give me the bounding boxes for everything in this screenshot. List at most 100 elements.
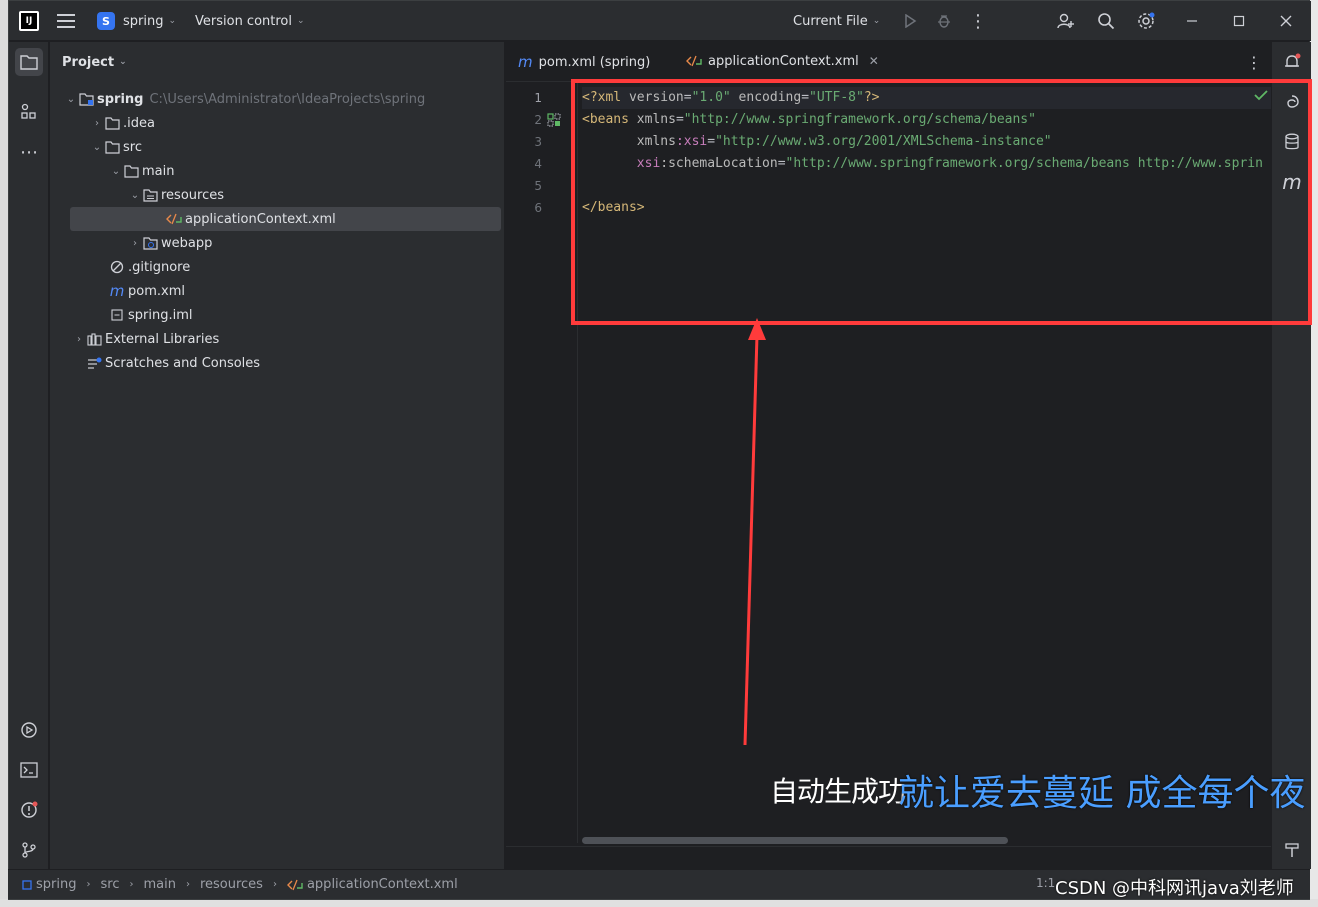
code-line-3: xmlns:xsi="http://www.w3.org/2001/XMLSch… [582,131,1052,153]
tree-item-spring-iml[interactable]: spring.iml [109,303,193,327]
project-tool-button[interactable] [15,48,43,76]
breadcrumb-resources[interactable]: resources [200,877,263,892]
notifications-button[interactable] [1278,48,1306,76]
tab-label: applicationContext.xml [708,53,859,69]
horizontal-dots-icon: ⋯ [20,141,38,163]
xml-value: "http://www.springframework.org/schema/b… [785,156,1263,171]
ignore-file-icon [109,259,125,275]
gear-icon [1138,12,1155,29]
vcs-selector[interactable]: Version control ⌄ [195,1,305,41]
breadcrumb-label: spring [36,877,77,892]
project-panel-header[interactable]: Project ⌄ [62,50,127,74]
code-line-1: <?xml version="1.0" encoding="UTF-8"?> [582,87,1277,109]
tab-options-button[interactable]: ⋮ [1246,42,1262,82]
project-selector[interactable]: S spring ⌄ [97,1,176,41]
terminal-tool-button[interactable] [15,756,43,784]
xml-file-icon [166,211,182,227]
problems-tool-button[interactable] [15,796,43,824]
more-tools-button[interactable]: ⋯ [15,138,43,166]
tree-label: main [142,163,175,179]
tree-item-external-libraries[interactable]: › External Libraries [72,327,219,351]
chevron-down-icon: ⌄ [297,16,305,26]
line-number: 1 [534,91,542,105]
xml-value: "http://www.springframework.org/schema/b… [683,112,1036,127]
vertical-dots-icon: ⋮ [1246,52,1262,72]
chevron-down-icon: ⌄ [872,16,881,26]
horizontal-scrollbar[interactable] [582,837,1008,844]
tree-label: Scratches and Consoles [105,355,261,371]
tree-item-gitignore[interactable]: .gitignore [109,255,190,279]
chevron-right-icon: › [129,879,134,890]
chevron-right-icon: › [133,237,137,249]
close-tab-icon[interactable]: ✕ [869,54,879,68]
xml-decl-close: ?> [863,90,880,105]
run-button[interactable] [897,1,923,41]
tree-item-idea[interactable]: › .idea [90,111,155,135]
tree-item-pom[interactable]: m pom.xml [109,279,185,303]
tab-pom-xml[interactable]: m pom.xml (spring) [518,42,650,82]
chevron-right-icon: › [77,333,81,345]
tree-item-applicationcontext[interactable]: applicationContext.xml [70,207,501,231]
no-problems-check-icon[interactable] [1254,89,1268,105]
breadcrumb-src[interactable]: src [100,877,119,892]
debug-button[interactable] [931,1,957,41]
tree-path: C:\Users\Administrator\IdeaProjects\spri… [149,91,426,107]
breadcrumb-spring[interactable]: spring [22,877,76,892]
hammer-icon [1285,843,1299,857]
code-with-me-button[interactable] [1053,1,1079,41]
tree-item-main[interactable]: ⌄ main [109,159,175,183]
xml-value: "1.0" [691,90,731,105]
line-number: 2 [534,113,542,127]
chevron-down-icon: ⌄ [92,141,102,153]
line-number-gutter: 1 2 3 4 5 6 [506,83,578,843]
database-button[interactable] [1278,128,1306,156]
search-button[interactable] [1093,1,1119,41]
caret-position[interactable]: 1:1 [1036,876,1055,890]
close-button[interactable] [1273,1,1299,41]
git-tool-button[interactable] [15,836,43,864]
breadcrumb-main[interactable]: main [143,877,175,892]
run-icon [905,14,917,28]
title-bar: IJ S spring ⌄ Version control ⌄ Current … [9,1,1311,41]
libraries-icon [86,331,102,347]
maven-button[interactable]: m [1278,168,1306,196]
settings-button[interactable] [1133,1,1159,41]
maven-file-icon: m [518,53,533,71]
tree-item-webapp[interactable]: › webapp [128,231,212,255]
chevron-down-icon: ⌄ [111,165,121,177]
tree-item-src[interactable]: ⌄ src [90,135,142,159]
xml-eq: = [777,156,786,171]
spring-bean-gutter-icon[interactable] [547,113,561,131]
folder-icon [123,163,139,179]
code-line-2: <beans xmlns="http://www.springframework… [582,109,1036,131]
terminal-icon [20,762,38,778]
breadcrumb-file[interactable]: applicationContext.xml [286,877,458,892]
structure-tool-button[interactable] [15,98,43,126]
chevron-down-icon: ⌄ [130,189,140,201]
main-menu-button[interactable] [57,1,79,41]
run-config-selector[interactable]: Current File ⌄ [793,1,880,41]
xml-value: "UTF-8" [809,90,864,105]
xml-attr: :schemaLocation [660,156,778,171]
maximize-button[interactable] [1226,1,1252,41]
app-logo-icon[interactable]: IJ [19,11,39,31]
iml-file-icon [109,307,125,323]
xml-file-icon [286,879,303,890]
tree-item-spring[interactable]: ⌄ spring C:\Users\Administrator\IdeaProj… [64,87,425,111]
tab-label: pom.xml (spring) [538,54,651,70]
more-actions-button[interactable]: ⋮ [965,1,991,41]
chevron-right-icon: › [272,879,277,890]
tab-applicationcontext-xml[interactable]: applicationContext.xml ✕ [686,42,879,82]
right-tool-strip: m [1271,42,1311,869]
background-window-edge-bottom [0,899,1318,907]
code-editor[interactable]: <?xml version="1.0" encoding="UTF-8"?> <… [582,83,1277,843]
xml-eq: = [801,90,810,105]
services-tool-button[interactable] [15,716,43,744]
minimize-button[interactable] [1179,1,1205,41]
gradle-tasks-button[interactable] [1278,836,1306,864]
ai-assistant-button[interactable] [1278,88,1306,116]
tree-item-resources[interactable]: ⌄ resources [128,183,224,207]
tree-item-scratches[interactable]: Scratches and Consoles [86,351,260,375]
module-folder-icon [78,91,94,107]
breadcrumb-label: main [143,877,176,892]
